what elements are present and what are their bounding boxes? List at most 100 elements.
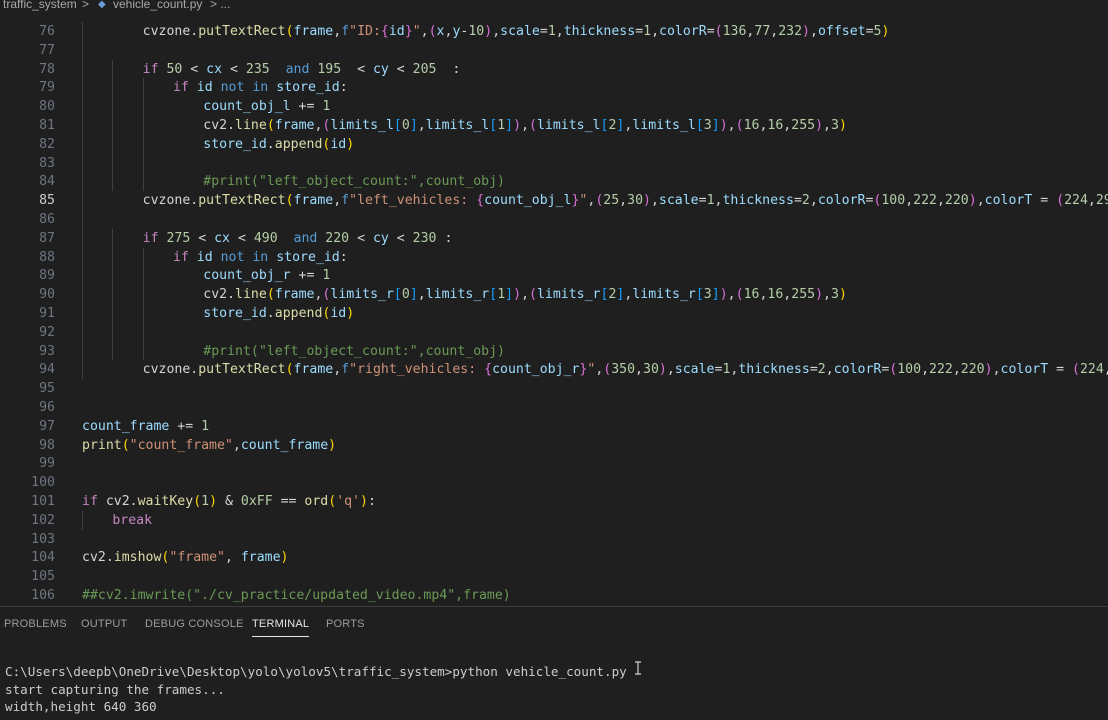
breadcrumb-file[interactable]: vehicle_count.py: [113, 0, 202, 10]
code-token: (: [285, 362, 294, 378]
code-line[interactable]: 85 cvzone.putTextRect(frame,f"left_vehicl…: [0, 191, 1108, 210]
code-editor[interactable]: 76 cvzone.putTextRect(frame,f"ID:{id}",(x…: [0, 0, 1108, 606]
code-line[interactable]: 105: [0, 567, 1108, 586]
code-line[interactable]: 99: [0, 454, 1108, 473]
code-token: 'q': [336, 494, 361, 509]
code-line[interactable]: 81 cv2.line(frame,(limits_l[0],limits_l[1…: [0, 116, 1108, 135]
code-line[interactable]: 89 count_obj_r += 1: [0, 266, 1108, 285]
code-line[interactable]: 79 if id not in store_id:: [0, 78, 1108, 97]
code-token: 0xFF: [240, 494, 273, 509]
code-token: append: [274, 306, 323, 321]
tab-problems[interactable]: PROBLEMS: [4, 618, 67, 630]
code-line[interactable]: 104 cv2.imshow("frame", frame): [0, 548, 1108, 567]
code-token: cv2: [105, 494, 130, 509]
code-token: :: [367, 494, 376, 509]
line-number: 102: [31, 512, 55, 528]
code-token: ,: [992, 362, 1001, 378]
code-line[interactable]: 91 store_id.append(id): [0, 304, 1108, 323]
code-token: "ID:: [349, 24, 381, 39]
code-token: =: [793, 193, 802, 209]
code-token: ): [815, 118, 824, 133]
code-token: 16: [767, 118, 784, 133]
code-line[interactable]: 87 if 275 < cx < 490 and 220 < cy < 230 :: [0, 229, 1108, 248]
code-line[interactable]: 101 if cv2.waitKey(1) & 0xFF == ord('q'):: [0, 492, 1108, 511]
code-line[interactable]: 84 #print("left_object_count:",count_obj): [0, 172, 1108, 191]
line-number: 91: [39, 306, 55, 321]
code-token: and: [277, 230, 326, 246]
code-token: ,: [810, 24, 818, 39]
breadcrumb-tail[interactable]: > ...: [210, 0, 230, 10]
code-token: 136: [722, 24, 747, 39]
code-token: store_id: [276, 249, 340, 265]
code-line[interactable]: 76 cvzone.putTextRect(frame,f"ID:{id}",(x…: [0, 22, 1108, 41]
code-token: "count_frame": [129, 437, 233, 453]
code-token: ): [815, 287, 824, 303]
code-token: (: [714, 24, 723, 39]
code-token: 16: [767, 287, 784, 303]
code-token: =: [706, 24, 715, 39]
code-token: 255: [791, 287, 816, 303]
tab-debug-console[interactable]: DEBUG CONSOLE: [145, 618, 244, 630]
breadcrumb-folder[interactable]: traffic_system: [3, 0, 77, 10]
code-token: (: [285, 24, 294, 39]
code-token: count_obj_l: [203, 99, 291, 115]
code-token: +=: [290, 99, 323, 115]
code-token: :: [339, 249, 348, 265]
line-number: 97: [39, 418, 55, 434]
code-token: scale: [658, 193, 699, 209]
code-token: 1: [706, 193, 715, 209]
code-token: 1: [322, 99, 331, 115]
code-token: 100: [897, 362, 922, 378]
code-token: ): [280, 550, 289, 566]
code-line[interactable]: 82 store_id.append(id): [0, 135, 1108, 154]
code-token: count_frame: [82, 418, 170, 434]
code-token: ,: [976, 193, 985, 209]
tab-ports[interactable]: PORTS: [326, 618, 365, 630]
code-line[interactable]: 90 cv2.line(frame,(limits_r[0],limits_r[1…: [0, 285, 1108, 304]
code-line[interactable]: 100: [0, 473, 1108, 492]
code-token: 1: [547, 24, 556, 39]
code-token: {: [484, 362, 493, 378]
code-line[interactable]: 77: [0, 41, 1108, 60]
code-token: 1: [201, 494, 210, 509]
tab-terminal[interactable]: TERMINAL: [252, 618, 310, 637]
code-token: scale: [500, 24, 540, 39]
code-token: ,: [635, 362, 643, 378]
code-line[interactable]: 98 print("count_frame",count_frame): [0, 436, 1108, 455]
code-line[interactable]: 93 #print("left_object_count:",count_obj): [0, 342, 1108, 361]
code-text: cvzone.putTextRect(frame,f"ID:{id}",(x,y…: [143, 22, 890, 41]
code-token: 1: [497, 118, 506, 133]
code-token: (: [529, 287, 537, 303]
code-token: .: [105, 550, 114, 566]
code-token: ==: [272, 494, 305, 509]
code-token: limits_r: [536, 287, 601, 303]
code-line[interactable]: 102 break: [0, 511, 1108, 530]
code-line[interactable]: 94 cvzone.putTextRect(frame,f"right_vehic…: [0, 360, 1108, 379]
code-token: ,: [727, 287, 736, 303]
code-line[interactable]: 83: [0, 154, 1108, 173]
code-line[interactable]: 80 count_obj_l += 1: [0, 97, 1108, 116]
code-line[interactable]: 97 count_frame += 1: [0, 417, 1108, 436]
code-text: cv2.line(frame,(limits_l[0],limits_l[1])…: [203, 116, 847, 135]
terminal-line-output: start capturing the frames...: [5, 682, 225, 697]
code-line[interactable]: 96: [0, 398, 1108, 417]
line-number: 76: [39, 24, 55, 39]
line-number: 79: [39, 80, 55, 96]
code-line[interactable]: 92: [0, 323, 1108, 342]
code-line[interactable]: 86: [0, 210, 1108, 229]
code-token: <: [388, 61, 413, 77]
code-token: ]: [409, 118, 418, 133]
code-line[interactable]: 106 ##cv2.imwrite("./cv_practice/updated_…: [0, 586, 1108, 605]
code-line[interactable]: 78 if 50 < cx < 235 and 195 < cy < 205 :: [0, 60, 1108, 79]
tab-output[interactable]: OUTPUT: [81, 618, 127, 630]
code-token: limits_l: [536, 118, 601, 133]
code-line[interactable]: 88 if id not in store_id:: [0, 248, 1108, 267]
code-line[interactable]: 103: [0, 530, 1108, 549]
code-line[interactable]: 95: [0, 379, 1108, 398]
line-number: 100: [31, 475, 55, 491]
code-token: ): [658, 362, 667, 378]
code-token: colorR: [817, 193, 866, 209]
code-token: (: [1056, 193, 1065, 209]
code-token: colorR: [833, 362, 882, 378]
code-token: (: [121, 437, 130, 453]
